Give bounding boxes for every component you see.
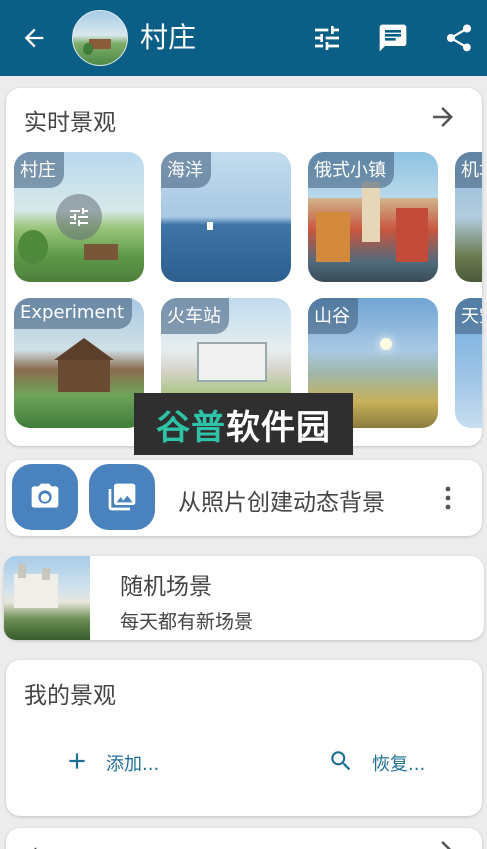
back-arrow-icon[interactable] <box>20 24 48 52</box>
tile-label: 天空 <box>455 298 482 334</box>
more-vert-icon[interactable] <box>436 484 460 512</box>
page-title: 村庄 <box>140 21 197 54</box>
add-button[interactable]: 添加... <box>64 746 174 776</box>
performance-title: 表现 <box>24 840 70 849</box>
create-from-photo-label[interactable]: 从照片创建动态背景 <box>178 483 385 517</box>
my-scenes-title: 我的景观 <box>24 683 116 709</box>
live-scenes-strip[interactable]: 村庄 海洋 俄式小镇 机场 Experiment 火车站 山谷 天空 <box>14 152 482 432</box>
plus-icon <box>69 753 85 769</box>
tune-icon[interactable] <box>311 22 343 54</box>
camera-button[interactable] <box>12 464 78 530</box>
random-scene-subtitle: 每天都有新场景 <box>120 611 254 633</box>
watermark-text-a: 谷普 <box>156 407 226 448</box>
search-icon <box>331 751 351 771</box>
scene-tile-village[interactable]: 村庄 <box>14 152 144 282</box>
scene-tile-airport[interactable]: 机场 <box>455 152 482 282</box>
live-scenes-title: 实时景观 <box>24 110 116 136</box>
add-label: 添加... <box>106 754 160 775</box>
message-icon[interactable] <box>377 22 409 54</box>
gallery-icon <box>108 483 136 511</box>
random-scene-thumbnail <box>4 556 90 640</box>
tune-icon <box>70 208 88 226</box>
share-icon[interactable] <box>443 22 475 54</box>
tile-label: 山谷 <box>308 298 358 334</box>
arrow-forward-icon[interactable] <box>428 102 458 132</box>
tile-label: 火车站 <box>161 298 229 334</box>
watermark-logo: 谷普 软件园 <box>134 393 353 455</box>
scene-tile-russian-town[interactable]: 俄式小镇 <box>308 152 438 282</box>
scene-tile-ocean[interactable]: 海洋 <box>161 152 291 282</box>
app-bar: 村庄 <box>0 0 487 76</box>
scene-tile-sky[interactable]: 天空 <box>455 298 482 428</box>
restore-button[interactable]: 恢复... <box>328 746 438 776</box>
scene-tile-experiment[interactable]: Experiment <box>14 298 144 428</box>
watermark-text-b: 软件园 <box>226 407 331 448</box>
camera-icon <box>31 483 59 508</box>
tile-label: 村庄 <box>14 152 64 188</box>
restore-label: 恢复... <box>372 754 426 775</box>
arrow-forward-icon[interactable] <box>428 836 458 849</box>
filter-bubble[interactable] <box>56 194 102 240</box>
performance-card <box>6 828 482 849</box>
tile-label: 俄式小镇 <box>308 152 394 188</box>
tile-label: 机场 <box>455 152 482 188</box>
random-scene-title: 随机场景 <box>120 574 212 600</box>
gallery-button[interactable] <box>89 464 155 530</box>
scene-avatar[interactable] <box>72 10 128 66</box>
tile-label: Experiment <box>14 298 133 329</box>
tile-label: 海洋 <box>161 152 211 188</box>
